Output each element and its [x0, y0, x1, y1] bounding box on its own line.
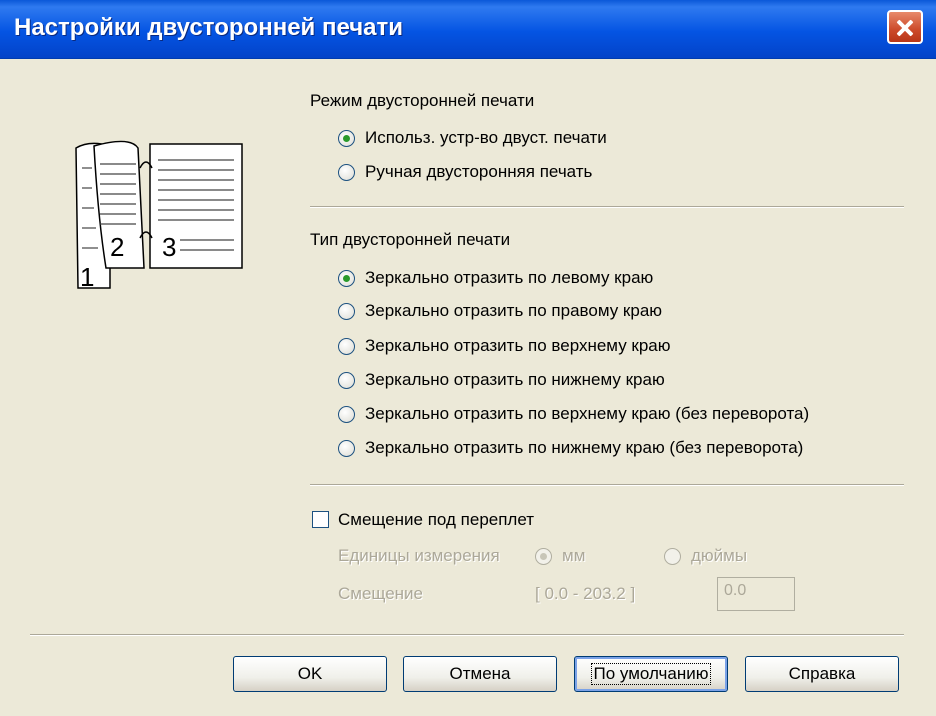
radio-label: Зеркально отразить по нижнему краю [365, 370, 665, 389]
ok-button[interactable]: OK [233, 656, 387, 692]
offset-range: [ 0.0 - 203.2 ] [535, 584, 636, 603]
separator [310, 484, 904, 486]
default-button[interactable]: По умолчанию [574, 656, 728, 692]
radio-button[interactable] [664, 547, 681, 565]
unit-inches-option[interactable]: дюймы [664, 546, 747, 566]
radio-label: Зеркально отразить по правому краю [365, 301, 663, 320]
offset-input[interactable]: 0.0 [717, 577, 795, 611]
duplex-mode-option-manual[interactable]: Ручная двусторонняя печать [338, 162, 592, 182]
duplex-illustration: 1 2 3 [75, 140, 243, 292]
duplex-mode-label: Режим двусторонней печати [310, 91, 535, 110]
separator [30, 634, 904, 636]
duplex-type-option-right[interactable]: Зеркально отразить по правому краю [338, 301, 662, 321]
units-label: Единицы измерения [338, 546, 500, 565]
radio-label: Зеркально отразить по левому краю [365, 268, 654, 287]
page-number-3: 3 [162, 232, 176, 262]
help-button[interactable]: Справка [745, 656, 899, 692]
window-title: Настройки двусторонней печати [14, 14, 403, 41]
radio-label: дюймы [691, 546, 748, 565]
unit-mm-option[interactable]: мм [535, 546, 585, 566]
duplex-type-option-bottom[interactable]: Зеркально отразить по нижнему краю [338, 370, 665, 390]
radio-button[interactable] [338, 439, 355, 457]
radio-label: мм [562, 546, 586, 565]
page-number-2: 2 [110, 232, 124, 262]
ok-button-label: OK [297, 664, 323, 683]
radio-button[interactable] [338, 371, 355, 389]
radio-label: Зеркально отразить по нижнему краю (без … [365, 438, 804, 457]
duplex-type-option-top[interactable]: Зеркально отразить по верхнему краю [338, 336, 671, 356]
binding-offset-label: Смещение под переплет [338, 510, 535, 529]
title-bar: Настройки двусторонней печати [0, 0, 936, 59]
close-button[interactable] [887, 10, 923, 44]
radio-button[interactable] [338, 163, 355, 181]
radio-label: Ручная двусторонняя печать [365, 162, 593, 181]
duplex-mode-option-device[interactable]: Использ. устр-во двуст. печати [338, 128, 607, 148]
radio-button[interactable] [338, 129, 355, 147]
duplex-type-option-left[interactable]: Зеркально отразить по левому краю [338, 268, 653, 288]
separator [310, 206, 904, 208]
radio-button[interactable] [338, 337, 355, 355]
help-button-label: Справка [788, 664, 856, 683]
radio-button[interactable] [338, 302, 355, 320]
radio-label: Зеркально отразить по верхнему краю (без… [365, 404, 810, 423]
binding-offset-checkbox[interactable] [312, 511, 329, 528]
radio-button[interactable] [535, 547, 552, 565]
radio-label: Использ. устр-во двуст. печати [365, 128, 607, 147]
cancel-button[interactable]: Отмена [403, 656, 557, 692]
cancel-button-label: Отмена [449, 664, 511, 683]
page-number-1: 1 [80, 262, 94, 292]
radio-button[interactable] [338, 269, 355, 287]
duplex-type-label: Тип двусторонней печати [310, 230, 511, 249]
radio-label: Зеркально отразить по верхнему краю [365, 336, 671, 355]
duplex-type-option-bottom-no-flip[interactable]: Зеркально отразить по нижнему краю (без … [338, 438, 803, 458]
duplex-type-option-top-no-flip[interactable]: Зеркально отразить по верхнему краю (без… [338, 404, 809, 424]
radio-button[interactable] [338, 405, 355, 423]
offset-label: Смещение [338, 584, 424, 603]
default-button-label: По умолчанию [590, 663, 712, 685]
